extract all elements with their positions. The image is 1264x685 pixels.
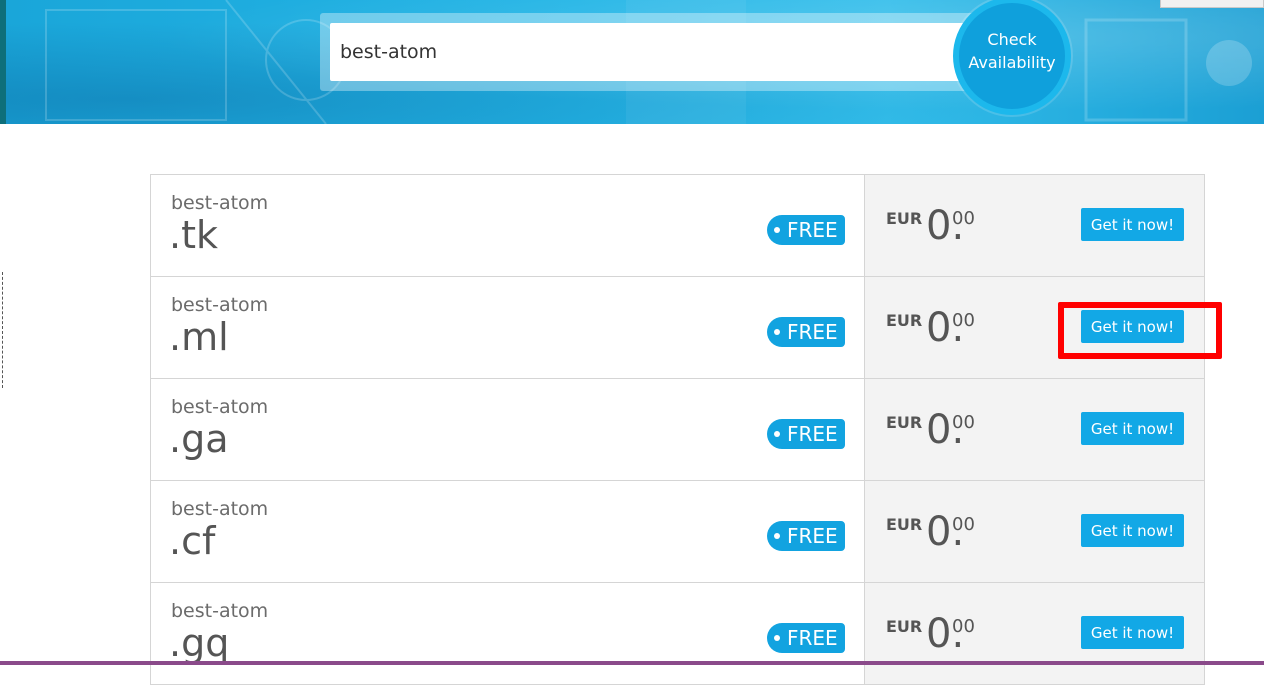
currency-label: EUR xyxy=(886,209,923,228)
result-domain-cell: best-atom .cf FREE xyxy=(151,481,865,582)
domain-name: best-atom xyxy=(171,498,269,520)
domain-tld: .cf xyxy=(169,519,216,563)
price-decimal: 00 xyxy=(952,514,975,535)
free-badge: FREE xyxy=(767,521,845,551)
result-price-cell: EUR 0. 00 Get it now! xyxy=(865,277,1204,378)
domain-name: best-atom xyxy=(171,396,269,418)
result-price-cell: EUR 0. 00 Get it now! xyxy=(865,481,1204,582)
result-domain-cell: best-atom .tk FREE xyxy=(151,175,865,276)
price-decimal: 00 xyxy=(952,616,975,637)
currency-label: EUR xyxy=(886,311,923,330)
result-row: best-atom .cf FREE EUR 0. 00 Get it now! xyxy=(151,481,1204,583)
result-row: best-atom .ml FREE EUR 0. 00 Get it now! xyxy=(151,277,1204,379)
currency-label: EUR xyxy=(886,413,923,432)
top-right-tab[interactable] xyxy=(1160,0,1264,8)
result-domain-cell: best-atom .ga FREE xyxy=(151,379,865,480)
domain-name: best-atom xyxy=(171,192,269,214)
result-price-cell: EUR 0. 00 Get it now! xyxy=(865,583,1204,684)
check-availability-label-1: Check xyxy=(987,30,1037,49)
check-availability-button[interactable]: Check Availability xyxy=(953,0,1071,115)
dot-icon xyxy=(774,227,780,233)
get-it-now-button[interactable]: Get it now! xyxy=(1081,412,1184,445)
free-badge-label: FREE xyxy=(787,320,838,344)
free-badge-label: FREE xyxy=(787,524,838,548)
free-badge: FREE xyxy=(767,317,845,347)
get-it-now-button[interactable]: Get it now! xyxy=(1081,514,1184,547)
free-badge-label: FREE xyxy=(787,218,838,242)
dot-icon xyxy=(774,329,780,335)
free-badge: FREE xyxy=(767,419,845,449)
domain-tld: .ga xyxy=(169,417,229,461)
result-row: best-atom .ga FREE EUR 0. 00 Get it now! xyxy=(151,379,1204,481)
dot-icon xyxy=(774,533,780,539)
bottom-edge-line xyxy=(0,661,1264,665)
result-row: best-atom .gq FREE EUR 0. 00 Get it now! xyxy=(151,583,1204,685)
free-badge: FREE xyxy=(767,623,845,653)
free-badge-label: FREE xyxy=(787,626,838,650)
margin-marker xyxy=(2,272,5,388)
currency-label: EUR xyxy=(886,515,923,534)
price-decimal: 00 xyxy=(952,208,975,229)
result-domain-cell: best-atom .ml FREE xyxy=(151,277,865,378)
search-bar xyxy=(320,13,1000,91)
domain-name: best-atom xyxy=(171,294,269,316)
result-price-cell: EUR 0. 00 Get it now! xyxy=(865,379,1204,480)
result-price-cell: EUR 0. 00 Get it now! xyxy=(865,175,1204,276)
get-it-now-button[interactable]: Get it now! xyxy=(1081,208,1184,241)
free-badge: FREE xyxy=(767,215,845,245)
free-badge-label: FREE xyxy=(787,422,838,446)
get-it-now-button[interactable]: Get it now! xyxy=(1081,616,1184,649)
result-domain-cell: best-atom .gq FREE xyxy=(151,583,865,684)
dot-icon xyxy=(774,635,780,641)
domain-results-list: best-atom .tk FREE EUR 0. 00 Get it now!… xyxy=(150,174,1205,685)
decorative-badge xyxy=(1206,40,1252,86)
get-it-now-button[interactable]: Get it now! xyxy=(1081,310,1184,343)
domain-tld: .tk xyxy=(169,213,218,257)
check-availability-label-2: Availability xyxy=(968,53,1056,72)
price-decimal: 00 xyxy=(952,412,975,433)
price-decimal: 00 xyxy=(952,310,975,331)
domain-tld: .gq xyxy=(169,621,230,665)
currency-label: EUR xyxy=(886,617,923,636)
result-row: best-atom .tk FREE EUR 0. 00 Get it now! xyxy=(151,175,1204,277)
dot-icon xyxy=(774,431,780,437)
domain-name: best-atom xyxy=(171,600,269,622)
domain-tld: .ml xyxy=(169,315,229,359)
domain-search-input[interactable] xyxy=(330,23,980,81)
